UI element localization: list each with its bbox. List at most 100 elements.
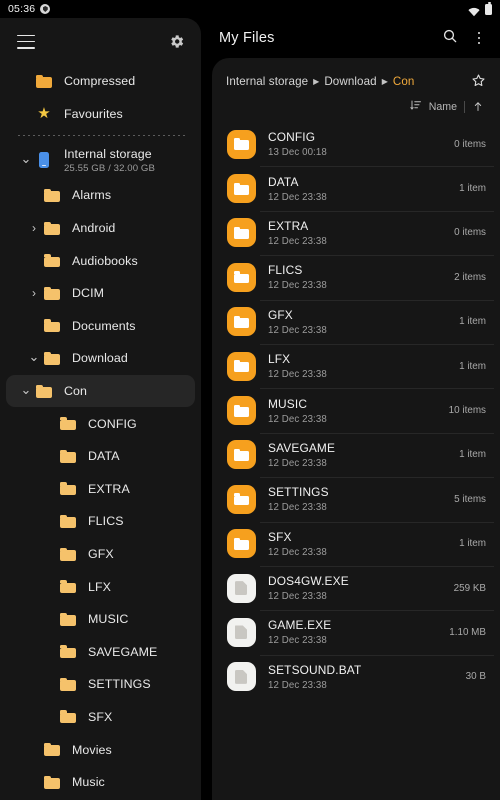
gear-icon[interactable] — [168, 33, 185, 50]
sidebar-item-favourites[interactable]: ★ Favourites — [6, 98, 195, 131]
file-list-row[interactable]: SETSOUND.BAT 12 Dec 23:38 30 B — [212, 654, 500, 699]
more-options-icon[interactable] — [472, 30, 486, 46]
sidebar: Compressed ★ Favourites ⌄ Internal storage 2… — [0, 18, 201, 800]
file-name: SFX — [268, 529, 292, 544]
file-name: LFX — [268, 352, 291, 367]
search-icon[interactable] — [442, 28, 458, 49]
file-list-row[interactable]: DOS4GW.EXE 12 Dec 23:38 259 KB — [212, 565, 500, 610]
breadcrumb-item[interactable]: Internal storage — [226, 75, 308, 88]
sidebar-item-dcim[interactable]: › DCIM — [6, 277, 195, 310]
sort-label[interactable]: Name — [429, 101, 457, 113]
status-bar-right — [468, 2, 492, 17]
file-meta: 0 items — [454, 138, 486, 150]
sidebar-list[interactable]: Compressed ★ Favourites ⌄ Internal storage 2… — [0, 65, 201, 800]
sidebar-item-documents[interactable]: Documents — [6, 310, 195, 343]
hamburger-icon[interactable] — [17, 34, 35, 49]
file-list-row[interactable]: SAVEGAME 12 Dec 23:38 1 item — [212, 432, 500, 477]
sidebar-item-lfx[interactable]: LFX — [6, 570, 195, 603]
folder-icon — [58, 547, 78, 561]
sidebar-item-internal-storage[interactable]: ⌄ Internal storage 25.55 GB / 32.00 GB — [6, 141, 195, 179]
file-list[interactable]: CONFIG 13 Dec 00:18 0 items DATA 12 Dec 23:3… — [212, 122, 500, 699]
chevron-down-icon[interactable]: ⌄ — [26, 350, 42, 363]
arrow-up-icon[interactable] — [472, 100, 484, 115]
file-list-row[interactable]: EXTRA 12 Dec 23:38 0 items — [212, 210, 500, 255]
folder-icon — [226, 484, 256, 514]
file-date: 12 Dec 23:38 — [268, 369, 327, 381]
sidebar-item-audiobooks[interactable]: Audiobooks — [6, 244, 195, 277]
sidebar-item-label: DATA — [88, 449, 120, 464]
sidebar-item-android[interactable]: › Android — [6, 212, 195, 245]
folder-icon — [226, 351, 256, 381]
file-list-row[interactable]: DATA 12 Dec 23:38 1 item — [212, 166, 500, 210]
sidebar-header — [0, 18, 201, 65]
sidebar-item-savegame[interactable]: SAVEGAME — [6, 636, 195, 669]
file-name: DOS4GW.EXE — [268, 574, 349, 589]
sidebar-item-settings[interactable]: SETTINGS — [6, 668, 195, 701]
folder-icon — [58, 612, 78, 626]
file-row-text: DATA 12 Dec 23:38 — [268, 175, 459, 203]
file-name: FLICS — [268, 263, 303, 278]
sidebar-item-music[interactable]: MUSIC — [6, 603, 195, 636]
breadcrumb-item[interactable]: Download — [324, 75, 376, 88]
file-meta: 30 B — [465, 671, 486, 683]
file-row-text: SETSOUND.BAT 12 Dec 23:38 — [268, 663, 466, 691]
chevron-right-icon[interactable]: › — [26, 222, 42, 234]
file-list-row[interactable]: GFX 12 Dec 23:38 1 item — [212, 299, 500, 344]
sort-icon[interactable] — [410, 98, 422, 116]
file-name: EXTRA — [268, 218, 309, 233]
sidebar-item-label: Favourites — [64, 106, 123, 121]
sidebar-item-compressed[interactable]: Compressed — [6, 65, 195, 98]
sidebar-item-gfx[interactable]: GFX — [6, 538, 195, 571]
chevron-right-icon[interactable]: › — [26, 287, 42, 299]
breadcrumb-item[interactable]: Con — [393, 75, 415, 88]
sidebar-item-download[interactable]: ⌄ Download — [6, 342, 195, 375]
sidebar-item-label: Download — [72, 351, 128, 366]
sidebar-item-label: Music — [72, 775, 105, 790]
folder-icon — [58, 677, 78, 691]
sidebar-item-label: Android — [72, 221, 116, 236]
sidebar-item-sfx[interactable]: SFX — [6, 701, 195, 734]
file-list-row[interactable]: CONFIG 13 Dec 00:18 0 items — [212, 122, 500, 166]
star-outline-icon[interactable] — [471, 73, 486, 91]
sidebar-item-data[interactable]: DATA — [6, 440, 195, 473]
sidebar-item-movies[interactable]: Movies — [6, 733, 195, 766]
sidebar-item-label: LFX — [88, 579, 112, 594]
main-panel: My Files Internal storage ▶ Download ▶ Con — [205, 18, 500, 800]
folder-icon — [58, 580, 78, 594]
file-list-row[interactable]: GAME.EXE 12 Dec 23:38 1.10 MB — [212, 610, 500, 654]
chevron-down-icon[interactable]: ⌄ — [18, 152, 34, 165]
file-list-row[interactable]: MUSIC 12 Dec 23:38 10 items — [212, 388, 500, 432]
file-date: 12 Dec 23:38 — [268, 324, 327, 336]
sidebar-item-con[interactable]: ⌄ Con — [6, 374, 195, 408]
folder-icon — [226, 307, 256, 337]
device-icon — [34, 152, 54, 169]
sidebar-item-label: Alarms — [72, 188, 112, 203]
breadcrumb[interactable]: Internal storage ▶ Download ▶ Con — [226, 75, 414, 88]
folder-icon — [42, 254, 62, 268]
folder-icon — [58, 710, 78, 724]
file-row-text: GAME.EXE 12 Dec 23:38 — [268, 618, 449, 646]
file-list-row[interactable]: LFX 12 Dec 23:38 1 item — [212, 343, 500, 388]
file-list-row[interactable]: SFX 12 Dec 23:38 1 item — [212, 521, 500, 566]
file-row-text: LFX 12 Dec 23:38 — [268, 352, 459, 380]
sidebar-item-config[interactable]: CONFIG — [6, 407, 195, 440]
sidebar-item-music[interactable]: Music — [6, 766, 195, 799]
sidebar-item-label: Documents — [72, 318, 136, 333]
file-row-text: SAVEGAME 12 Dec 23:38 — [268, 441, 459, 469]
chevron-down-icon[interactable]: ⌄ — [18, 383, 34, 396]
status-bar-clock: 05:36 — [8, 3, 36, 15]
sidebar-item-alarms[interactable]: Alarms — [6, 179, 195, 212]
sidebar-item-flics[interactable]: FLICS — [6, 505, 195, 538]
main-header-actions — [442, 28, 486, 49]
sidebar-item-extra[interactable]: EXTRA — [6, 473, 195, 506]
file-list-row[interactable]: SETTINGS 12 Dec 23:38 5 items — [212, 477, 500, 521]
sort-divider — [464, 101, 465, 113]
file-list-row[interactable]: FLICS 12 Dec 23:38 2 items — [212, 255, 500, 299]
